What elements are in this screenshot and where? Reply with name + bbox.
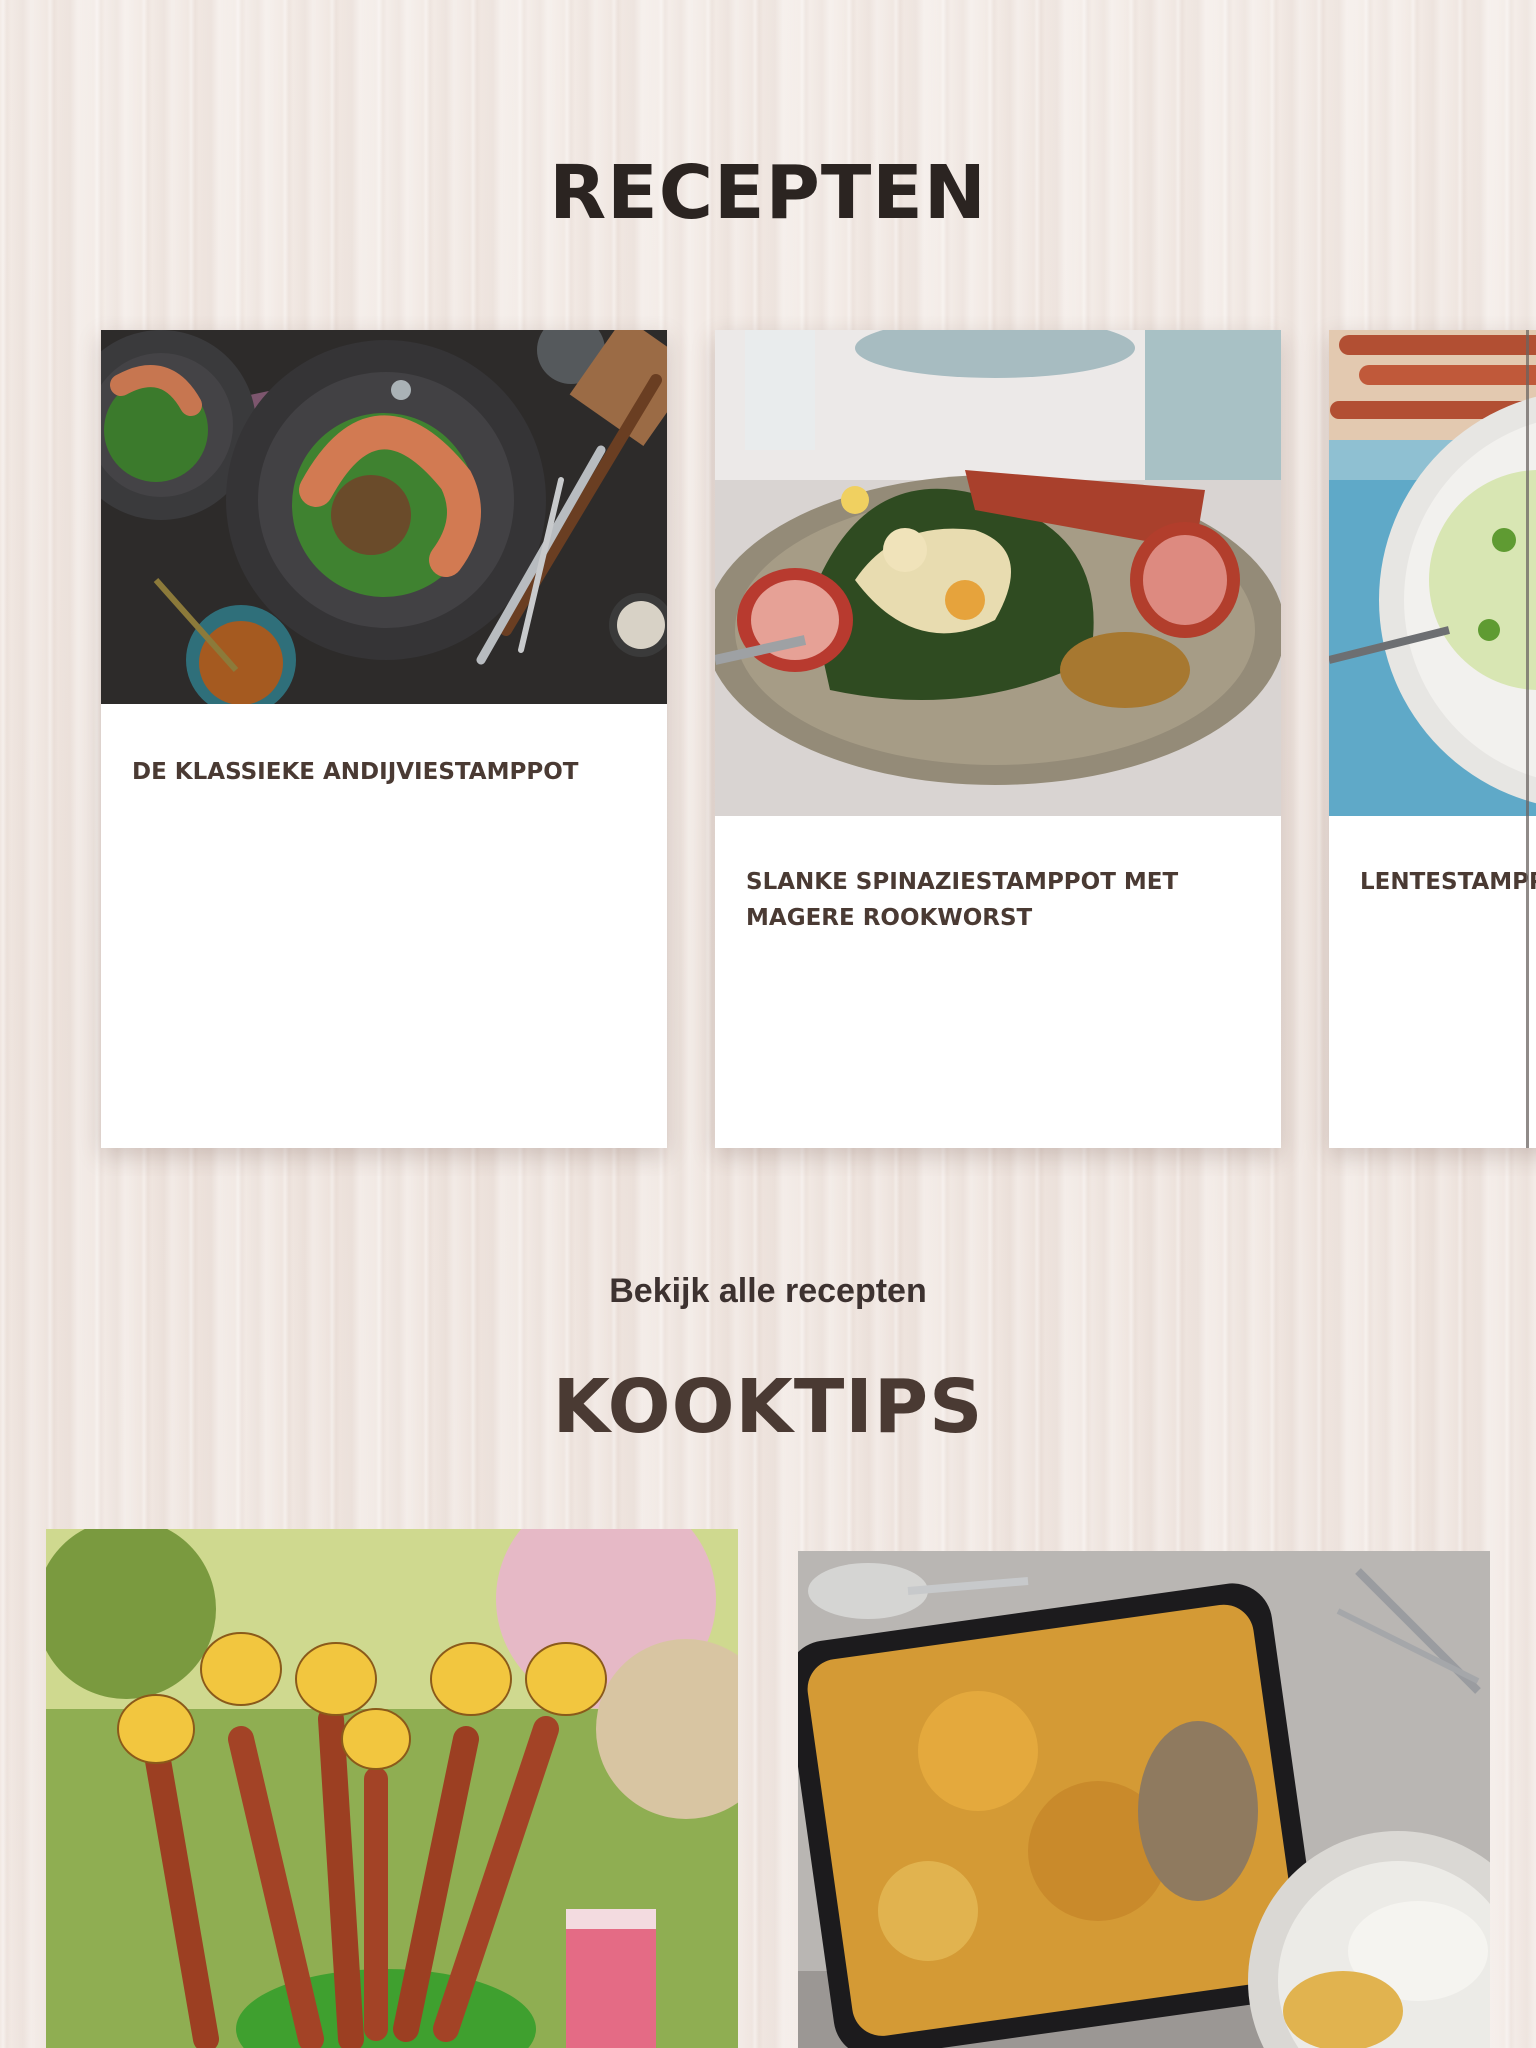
recipe-card-title: De klassieke andijviestamppot	[132, 759, 579, 785]
recipe-photo	[1329, 330, 1536, 816]
recepten-heading: Recepten	[549, 150, 987, 236]
carousel-scrollbar[interactable]	[1526, 330, 1529, 1148]
all-recipes-link[interactable]: Bekijk alle recepten	[0, 1272, 1536, 1311]
kooktip-tile-oven-casserole[interactable]	[798, 1551, 1490, 2048]
recipe-card-title: Lentestamppot met tuinerwten	[1360, 869, 1536, 895]
kooktips-heading: Kooktips	[552, 1364, 984, 1450]
recipe-card-lentestamppot[interactable]: Lentestamppot met tuinerwten	[1329, 330, 1536, 1148]
kooktip-tile-giraffe-party[interactable]	[46, 1529, 738, 2048]
recipe-photo	[101, 330, 667, 704]
recipe-card-title: Slanke spinaziestamppot met magere rookw…	[746, 869, 1179, 931]
kooktip-photo	[46, 1529, 738, 2048]
recipe-photo	[715, 330, 1281, 816]
recipe-card-andijviestamppot[interactable]: De klassieke andijviestamppot	[101, 330, 667, 1148]
recipe-card-spinaziestamppot[interactable]: Slanke spinaziestamppot met magere rookw…	[715, 330, 1281, 1148]
kooktip-photo	[798, 1551, 1490, 2048]
recipe-carousel[interactable]: De klassieke andijviestamppot	[0, 316, 1536, 1176]
